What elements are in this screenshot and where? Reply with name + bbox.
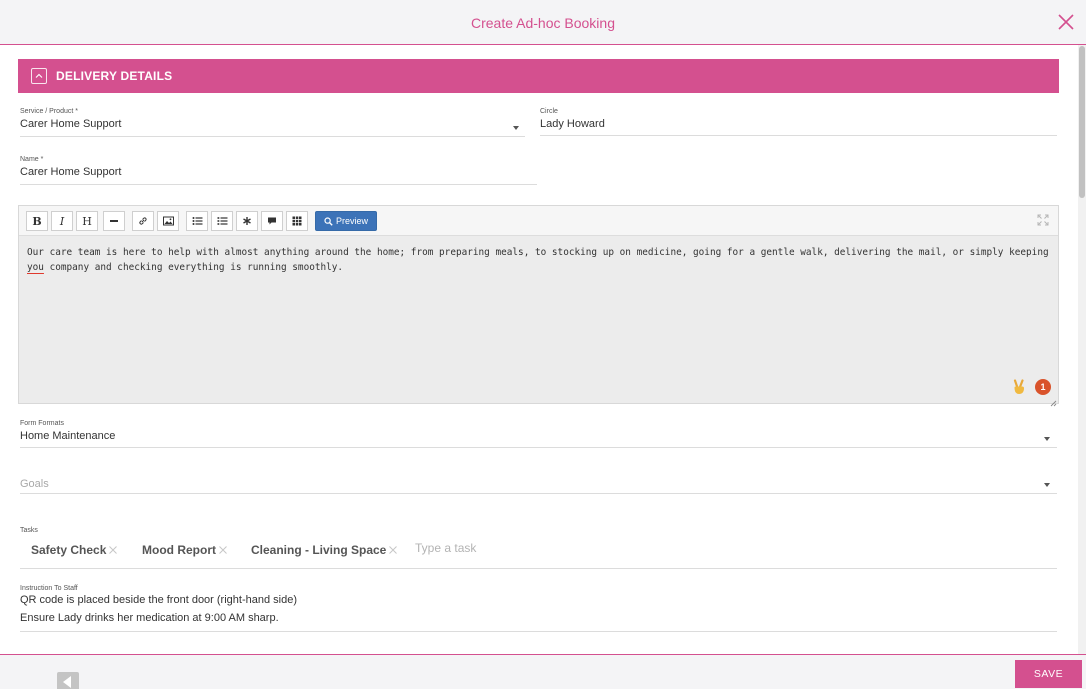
description-editor[interactable]: B I H Preview Our care team is here to h… xyxy=(18,205,1059,407)
section-title: DELIVERY DETAILS xyxy=(56,69,173,83)
service-product-label: Service / Product * xyxy=(20,108,78,115)
misspelled-word[interactable]: you xyxy=(27,262,44,273)
task-chip-mood-report: Mood Report xyxy=(142,543,228,557)
chevron-down-icon[interactable] xyxy=(1044,437,1050,441)
instruction-line-2: Ensure Lady drinks her medication at 9:0… xyxy=(20,612,279,624)
modal-footer: SAVE xyxy=(0,654,1086,689)
chevron-down-icon[interactable] xyxy=(1044,483,1050,487)
form-formats-value: Home Maintenance xyxy=(20,430,116,442)
preview-button[interactable]: Preview xyxy=(315,211,377,231)
service-product-value: Carer Home Support xyxy=(20,118,122,130)
save-button[interactable]: SAVE xyxy=(1015,660,1082,688)
numbered-list-button[interactable] xyxy=(211,211,233,231)
preview-label: Preview xyxy=(335,216,368,226)
collapse-chevron-up-icon[interactable] xyxy=(31,68,47,84)
heading-button[interactable]: H xyxy=(76,211,98,231)
remove-task-icon[interactable] xyxy=(388,545,398,555)
remove-task-icon[interactable] xyxy=(218,545,228,555)
tasks-underline xyxy=(20,568,1057,569)
close-icon[interactable] xyxy=(1056,12,1076,32)
section-header-delivery-details[interactable]: DELIVERY DETAILS xyxy=(18,59,1059,93)
peace-hand-icon[interactable] xyxy=(1012,379,1026,395)
link-icon xyxy=(139,217,147,225)
bullet-list-button[interactable] xyxy=(186,211,208,231)
instruction-to-staff-field[interactable]: Instruction To Staff QR code is placed b… xyxy=(20,585,1057,632)
quote-button[interactable] xyxy=(261,211,283,231)
bullet-list-icon xyxy=(192,217,202,225)
resize-handle-icon[interactable] xyxy=(1049,394,1057,407)
modal-header: Create Ad-hoc Booking xyxy=(0,0,1086,45)
name-value: Carer Home Support xyxy=(20,166,122,178)
table-button[interactable] xyxy=(286,211,308,231)
task-input[interactable] xyxy=(415,541,615,555)
form-formats-label: Form Formats xyxy=(20,420,64,427)
name-field[interactable]: Name * Carer Home Support xyxy=(20,156,537,185)
circle-value: Lady Howard xyxy=(540,118,605,130)
task-chip-cleaning-living-space: Cleaning - Living Space xyxy=(251,543,398,557)
editor-toolbar: B I H Preview xyxy=(19,206,1058,236)
instruction-label: Instruction To Staff xyxy=(20,585,78,592)
task-chip-label: Cleaning - Living Space xyxy=(251,543,387,557)
horizontal-rule-icon xyxy=(110,220,118,222)
image-icon xyxy=(162,216,174,226)
goals-select[interactable]: Goals xyxy=(20,476,1057,494)
instruction-line-1: QR code is placed beside the front door … xyxy=(20,594,297,606)
name-label: Name * xyxy=(20,156,44,163)
notification-badge[interactable]: 1 xyxy=(1035,379,1051,395)
asterisk-button[interactable] xyxy=(236,211,258,231)
goals-placeholder: Goals xyxy=(20,478,49,490)
editor-content[interactable]: Our care team is here to help with almos… xyxy=(27,245,1049,275)
fullscreen-icon[interactable] xyxy=(1037,213,1049,226)
speech-bubble-icon xyxy=(268,217,276,225)
link-button[interactable] xyxy=(132,211,154,231)
back-arrow-icon[interactable] xyxy=(57,672,79,689)
table-grid-icon xyxy=(292,216,302,226)
scrollbar-thumb[interactable] xyxy=(1079,46,1085,198)
service-product-select[interactable]: Service / Product * Carer Home Support xyxy=(20,108,525,137)
task-chip-safety-check: Safety Check xyxy=(31,543,118,557)
search-icon xyxy=(324,216,333,226)
modal-title: Create Ad-hoc Booking xyxy=(471,15,615,31)
image-button[interactable] xyxy=(157,211,179,231)
tasks-label: Tasks xyxy=(20,527,38,534)
form-formats-select[interactable]: Form Formats Home Maintenance xyxy=(20,420,1057,448)
task-chip-label: Safety Check xyxy=(31,543,107,557)
bold-button[interactable]: B xyxy=(26,211,48,231)
chevron-down-icon[interactable] xyxy=(513,126,519,130)
circle-field[interactable]: Circle Lady Howard xyxy=(540,108,1057,136)
italic-button[interactable]: I xyxy=(51,211,73,231)
remove-task-icon[interactable] xyxy=(108,545,118,555)
horizontal-rule-button[interactable] xyxy=(103,211,125,231)
numbered-list-icon xyxy=(217,217,227,225)
task-chip-label: Mood Report xyxy=(142,543,216,557)
circle-label: Circle xyxy=(540,108,558,115)
asterisk-icon xyxy=(243,217,251,225)
